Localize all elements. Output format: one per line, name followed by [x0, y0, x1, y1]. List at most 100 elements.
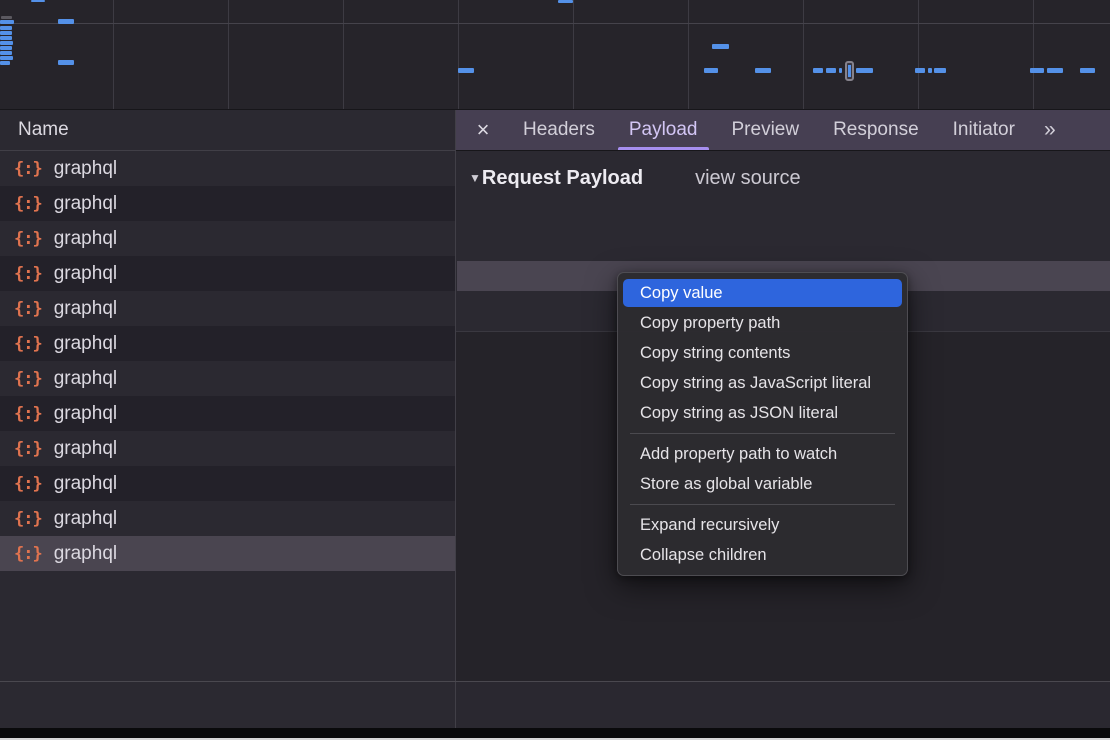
grid-line: [113, 0, 114, 109]
tab-initiator[interactable]: Initiator: [936, 110, 1032, 150]
request-row[interactable]: {:} graphql: [0, 396, 455, 431]
request-row[interactable]: {:} graphql: [0, 326, 455, 361]
request-name: graphql: [54, 403, 117, 425]
waterfall-bar: [31, 0, 45, 2]
detail-tab-bar: × HeadersPayloadPreviewResponseInitiator…: [456, 110, 1110, 151]
close-icon[interactable]: ×: [468, 111, 498, 149]
request-name: graphql: [54, 473, 117, 495]
grid-line-horizontal: [0, 23, 1110, 24]
waterfall-bar: [0, 36, 12, 40]
menu-separator: [630, 433, 895, 434]
menu-separator: [630, 504, 895, 505]
section-disclosure-icon: ▼: [469, 171, 481, 185]
bottom-black-bar: [0, 728, 1110, 738]
section-title: Request Payload: [482, 167, 643, 190]
request-name: graphql: [54, 263, 117, 285]
grid-line: [458, 0, 459, 109]
request-name: graphql: [54, 543, 117, 565]
json-braces-icon: {:}: [14, 509, 42, 529]
request-name: graphql: [54, 508, 117, 530]
waterfall-bar: [856, 68, 873, 73]
column-header-name[interactable]: Name: [0, 110, 455, 151]
json-braces-icon: {:}: [14, 334, 42, 354]
tab-headers[interactable]: Headers: [506, 110, 612, 150]
menu-item-copy-string-as-javascript-literal[interactable]: Copy string as JavaScript literal: [618, 368, 907, 398]
request-list: {:} graphql {:} graphql {:} graphql {:} graphql…: [0, 151, 455, 571]
request-row[interactable]: {:} graphql: [0, 221, 455, 256]
waterfall-bar: [458, 68, 474, 73]
waterfall-bar: [1080, 68, 1095, 73]
context-menu: Copy valueCopy property pathCopy string …: [617, 272, 908, 576]
tab-response[interactable]: Response: [816, 110, 936, 150]
waterfall-bar: [0, 56, 13, 60]
more-tabs-icon[interactable]: »: [1044, 118, 1053, 142]
json-braces-icon: {:}: [14, 299, 42, 319]
request-name: graphql: [54, 368, 117, 390]
json-braces-icon: {:}: [14, 439, 42, 459]
menu-item-copy-string-contents[interactable]: Copy string contents: [618, 338, 907, 368]
request-name: graphql: [54, 158, 117, 180]
request-row[interactable]: {:} graphql: [0, 431, 455, 466]
tab-payload[interactable]: Payload: [612, 110, 715, 150]
json-braces-icon: {:}: [14, 194, 42, 214]
view-source-link[interactable]: view source: [695, 167, 801, 190]
waterfall-bar: [839, 68, 842, 73]
waterfall-bar: [928, 68, 932, 73]
waterfall-bar: [813, 68, 823, 73]
waterfall-selection-marker[interactable]: [845, 61, 854, 81]
request-row[interactable]: {:} graphql: [0, 151, 455, 186]
waterfall-bar: [0, 26, 12, 30]
json-braces-icon: {:}: [14, 544, 42, 564]
requests-panel: Name {:}graphql{:}graphql{:}graphql{:}gr…: [0, 110, 455, 681]
json-braces-icon: {:}: [14, 474, 42, 494]
waterfall-bar: [58, 19, 74, 24]
grid-line: [573, 0, 574, 109]
menu-item-copy-string-as-json-literal[interactable]: Copy string as JSON literal: [618, 398, 907, 428]
request-row[interactable]: {:} graphql: [0, 186, 455, 221]
grid-line: [688, 0, 689, 109]
footer-strip: [0, 682, 1110, 728]
request-row[interactable]: {:} graphql: [0, 291, 455, 326]
waterfall-bar: [712, 44, 729, 49]
request-row[interactable]: {:} graphql: [0, 361, 455, 396]
waterfall-bar: [755, 68, 771, 73]
network-overview-waterfall[interactable]: [0, 0, 1110, 110]
menu-item-expand-recursively[interactable]: Expand recursively: [618, 510, 907, 540]
waterfall-bar: [1, 16, 12, 19]
tab-preview[interactable]: Preview: [715, 110, 817, 150]
request-payload-section[interactable]: ▼ Request Payload view source: [469, 163, 801, 193]
menu-item-add-property-path-to-watch[interactable]: Add property path to watch: [618, 439, 907, 469]
menu-item-collapse-children[interactable]: Collapse children: [618, 540, 907, 570]
request-name: graphql: [54, 228, 117, 250]
payload-root-row[interactable]: ▼ {operationName: "ipFlowTimeseries", va…: [456, 203, 1110, 232]
request-name: graphql: [54, 193, 117, 215]
payload-operationname-row[interactable]: operationName: "ipFlowTimeseries": [456, 232, 1110, 261]
menu-item-copy-property-path[interactable]: Copy property path: [618, 308, 907, 338]
request-name: graphql: [54, 298, 117, 320]
json-braces-icon: {:}: [14, 229, 42, 249]
json-braces-icon: {:}: [14, 404, 42, 424]
waterfall-bar: [58, 60, 74, 65]
request-name: graphql: [54, 438, 117, 460]
request-row[interactable]: {:} graphql: [0, 501, 455, 536]
menu-item-copy-value[interactable]: Copy value: [623, 279, 902, 307]
json-braces-icon: {:}: [14, 369, 42, 389]
grid-line: [228, 0, 229, 109]
request-row[interactable]: {:} graphql: [0, 466, 455, 501]
grid-line: [803, 0, 804, 109]
menu-item-store-as-global-variable[interactable]: Store as global variable: [618, 469, 907, 499]
waterfall-bar: [1030, 68, 1044, 73]
grid-line: [1033, 0, 1034, 109]
json-braces-icon: {:}: [14, 159, 42, 179]
request-name: graphql: [54, 333, 117, 355]
waterfall-bar: [0, 41, 13, 45]
waterfall-bar: [0, 61, 10, 65]
waterfall-bar: [0, 20, 14, 24]
waterfall-bar: [915, 68, 925, 73]
request-row[interactable]: {:}graphql: [0, 256, 455, 291]
waterfall-bar: [0, 51, 12, 55]
waterfall-bar: [826, 68, 836, 73]
waterfall-bar: [0, 31, 12, 35]
request-row[interactable]: {:} graphql: [0, 536, 455, 571]
waterfall-bar: [704, 68, 718, 73]
